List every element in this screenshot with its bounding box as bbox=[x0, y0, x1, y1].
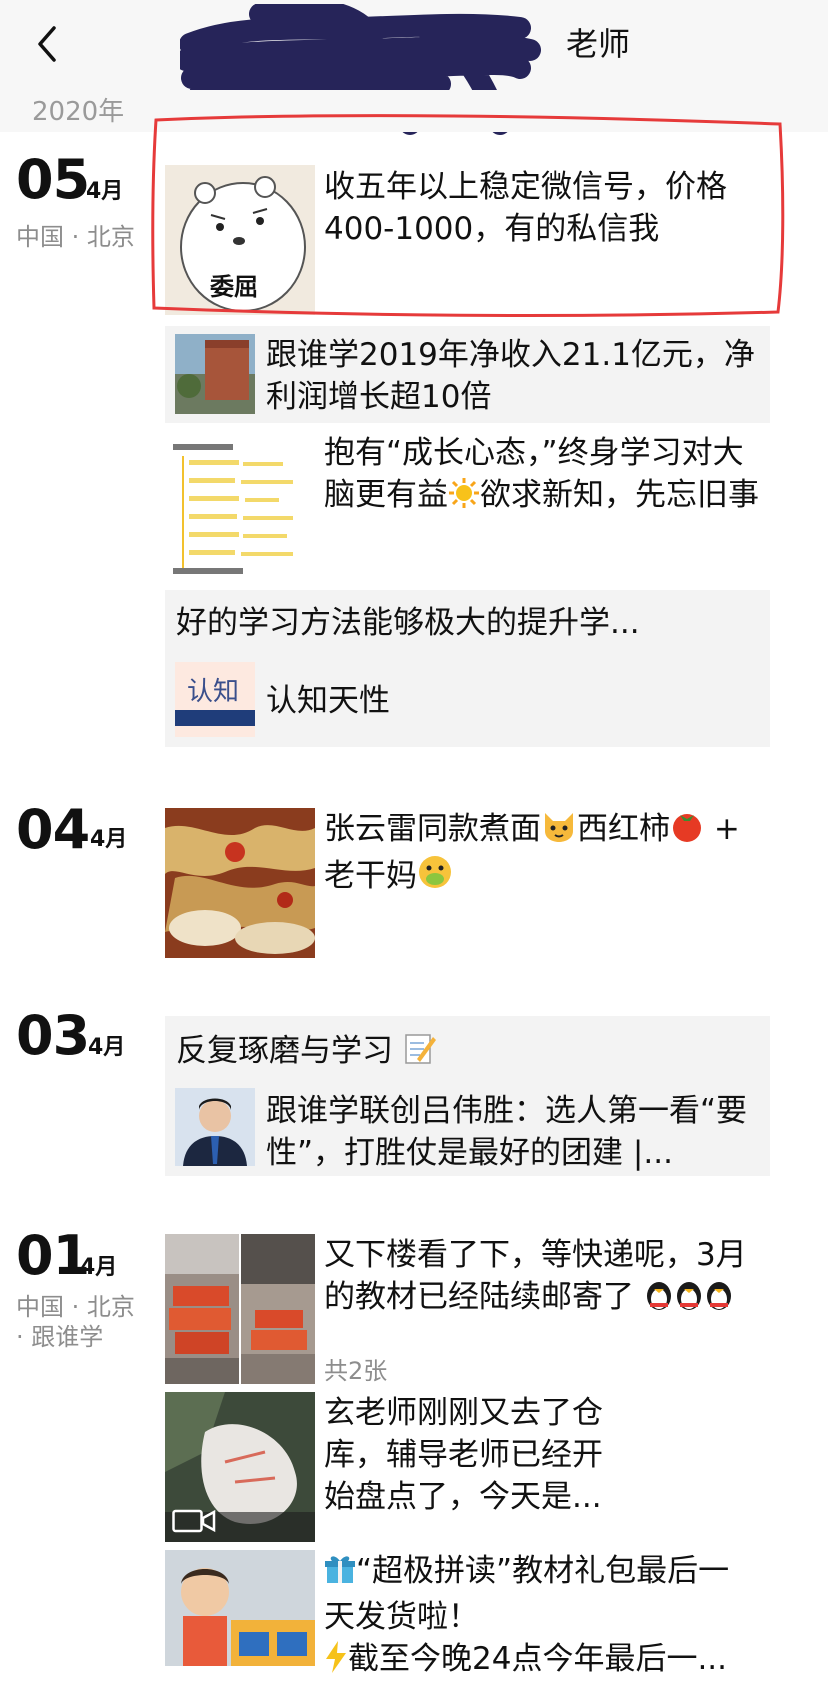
date-day: 01 bbox=[16, 1224, 90, 1287]
date-day: 04 bbox=[16, 798, 90, 861]
shared-headline: 好的学习方法能够极大的提升学... bbox=[176, 605, 640, 641]
date-day: 03 bbox=[16, 1004, 90, 1067]
post-text[interactable]: 抱有“成长心态，”终身学习对大脑更有益 欲求新知，先忘旧事 bbox=[324, 432, 764, 520]
nauseated-face-icon bbox=[417, 854, 453, 901]
lightning-icon bbox=[324, 1641, 348, 1684]
sun-icon bbox=[448, 477, 480, 520]
post-text-line: 天发货啦！ bbox=[324, 1599, 479, 1635]
location-detail: · 跟谁学 bbox=[16, 1323, 104, 1351]
link-title: 跟谁学联创吕伟胜：选人第一看“要性”，打胜仗是最好的团建 |... bbox=[266, 1093, 748, 1171]
date-month: 4月 bbox=[80, 1255, 118, 1280]
post-text-part: 西红柿 bbox=[577, 811, 670, 847]
post-photo[interactable] bbox=[165, 1234, 239, 1384]
photo-count: 共2张 bbox=[324, 1357, 388, 1385]
post-text-part: + bbox=[704, 811, 740, 847]
date-month: 4月 bbox=[88, 1035, 126, 1060]
year-label: 2020年 bbox=[32, 97, 125, 127]
post-text-part: 欲求新知，先忘旧事 bbox=[480, 477, 759, 513]
post-text-part: 张云雷同款煮面 bbox=[324, 811, 541, 847]
red-highlight-outline bbox=[148, 112, 788, 327]
penguin-icon bbox=[644, 1279, 674, 1322]
gift-icon bbox=[324, 1553, 356, 1596]
link-thumbnail bbox=[175, 1088, 255, 1166]
post-thumbnail[interactable] bbox=[165, 808, 315, 958]
post-photo[interactable] bbox=[241, 1234, 315, 1384]
memo-icon bbox=[403, 1031, 437, 1076]
post-text-part: 老干妈 bbox=[324, 858, 417, 894]
date-day: 05 bbox=[16, 148, 90, 211]
link-thumbnail: 认知 bbox=[175, 662, 255, 737]
penguin-icon bbox=[704, 1279, 734, 1322]
video-camera-icon bbox=[172, 1508, 216, 1534]
post-text-line: “超极拼读”教材礼包最后一 bbox=[356, 1553, 730, 1589]
back-icon[interactable] bbox=[28, 24, 68, 64]
cat-face-icon bbox=[541, 809, 577, 854]
tomato-icon bbox=[670, 809, 704, 854]
location: 中国 · 北京 bbox=[16, 223, 135, 251]
penguin-icon bbox=[674, 1279, 704, 1322]
link-title: 跟谁学2019年净收入21.1亿元，净利润增长超10倍 bbox=[266, 337, 755, 415]
post-text[interactable]: 玄老师刚刚又去了仓库，辅导老师已经开始盘点了，今天是... bbox=[324, 1392, 624, 1518]
post-text[interactable]: 又下楼看了下，等快递呢，3月的教材已经陆续邮寄了 bbox=[324, 1234, 764, 1322]
post-text[interactable]: 张云雷同款煮面 西红柿 + 老干妈 bbox=[324, 808, 764, 901]
post-text-line: 截至今晚24点今年最后一... bbox=[348, 1641, 728, 1677]
location: 中国 · 北京 bbox=[16, 1293, 135, 1321]
date-month: 4月 bbox=[90, 827, 128, 852]
link-thumbnail bbox=[175, 334, 255, 414]
thumb-text: 认知 bbox=[187, 677, 239, 707]
date-month: 4月 bbox=[86, 179, 124, 204]
shared-headline: 反复琢磨与学习 bbox=[176, 1030, 756, 1076]
post-text[interactable]: “超极拼读”教材礼包最后一天发货啦！ 截至今晚24点今年最后一... bbox=[324, 1550, 794, 1684]
post-thumbnail[interactable] bbox=[165, 1550, 315, 1666]
link-title: 认知天性 bbox=[266, 683, 390, 719]
shared-headline-text: 反复琢磨与学习 bbox=[176, 1033, 393, 1069]
post-thumbnail[interactable] bbox=[165, 432, 315, 582]
